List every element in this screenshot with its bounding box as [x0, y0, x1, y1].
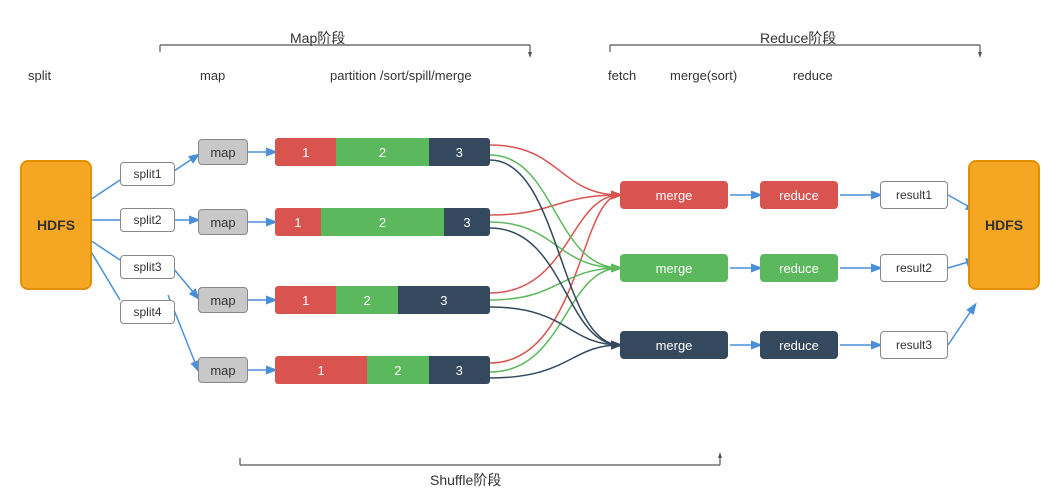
seg-2-1: 1: [275, 208, 321, 236]
seg-3-1: 1: [275, 286, 336, 314]
seg-3-3: 3: [398, 286, 490, 314]
arrows-svg: [0, 0, 1060, 500]
seg-1-2: 2: [336, 138, 428, 166]
partition-bar-3: 1 2 3: [275, 286, 490, 314]
hdfs-left: HDFS: [20, 160, 92, 290]
reduce-col-label: reduce: [793, 68, 833, 83]
shuffle-phase-label: Shuffle阶段: [430, 470, 501, 490]
partition-bar-2: 1 2 3: [275, 208, 490, 236]
split3-box: split3: [120, 255, 175, 279]
result3-box: result3: [880, 331, 948, 359]
seg-1-3: 3: [429, 138, 490, 166]
seg-1-1: 1: [275, 138, 336, 166]
map1-box: map: [198, 139, 248, 165]
seg-2-2: 2: [321, 208, 444, 236]
map-phase-label: Map阶段: [290, 28, 345, 48]
map3-box: map: [198, 287, 248, 313]
result2-box: result2: [880, 254, 948, 282]
merge-green-box: merge: [620, 254, 728, 282]
split2-box: split2: [120, 208, 175, 232]
seg-4-2: 2: [367, 356, 428, 384]
hdfs-right: HDFS: [968, 160, 1040, 290]
merge-sort-col-label: merge(sort): [670, 68, 737, 83]
reduce-phase-label: Reduce阶段: [760, 28, 836, 48]
result1-box: result1: [880, 181, 948, 209]
partition-bar-1: 1 2 3: [275, 138, 490, 166]
seg-4-3: 3: [429, 356, 490, 384]
diagram: Map阶段 Reduce阶段 Shuffle阶段 split map parti…: [0, 0, 1060, 500]
split4-box: split4: [120, 300, 175, 324]
seg-3-2: 2: [336, 286, 397, 314]
partition-col-label: partition /sort/spill/merge: [330, 68, 472, 83]
reduce-dark-box: reduce: [760, 331, 838, 359]
seg-2-3: 3: [444, 208, 490, 236]
fetch-col-label: fetch: [608, 68, 636, 83]
split1-box: split1: [120, 162, 175, 186]
map-col-label: map: [200, 68, 225, 83]
merge-red-box: merge: [620, 181, 728, 209]
merge-dark-box: merge: [620, 331, 728, 359]
split-col-label: split: [28, 68, 51, 83]
reduce-red-box: reduce: [760, 181, 838, 209]
map4-box: map: [198, 357, 248, 383]
reduce-green-box: reduce: [760, 254, 838, 282]
partition-bar-4: 1 2 3: [275, 356, 490, 384]
seg-4-1: 1: [275, 356, 367, 384]
map2-box: map: [198, 209, 248, 235]
